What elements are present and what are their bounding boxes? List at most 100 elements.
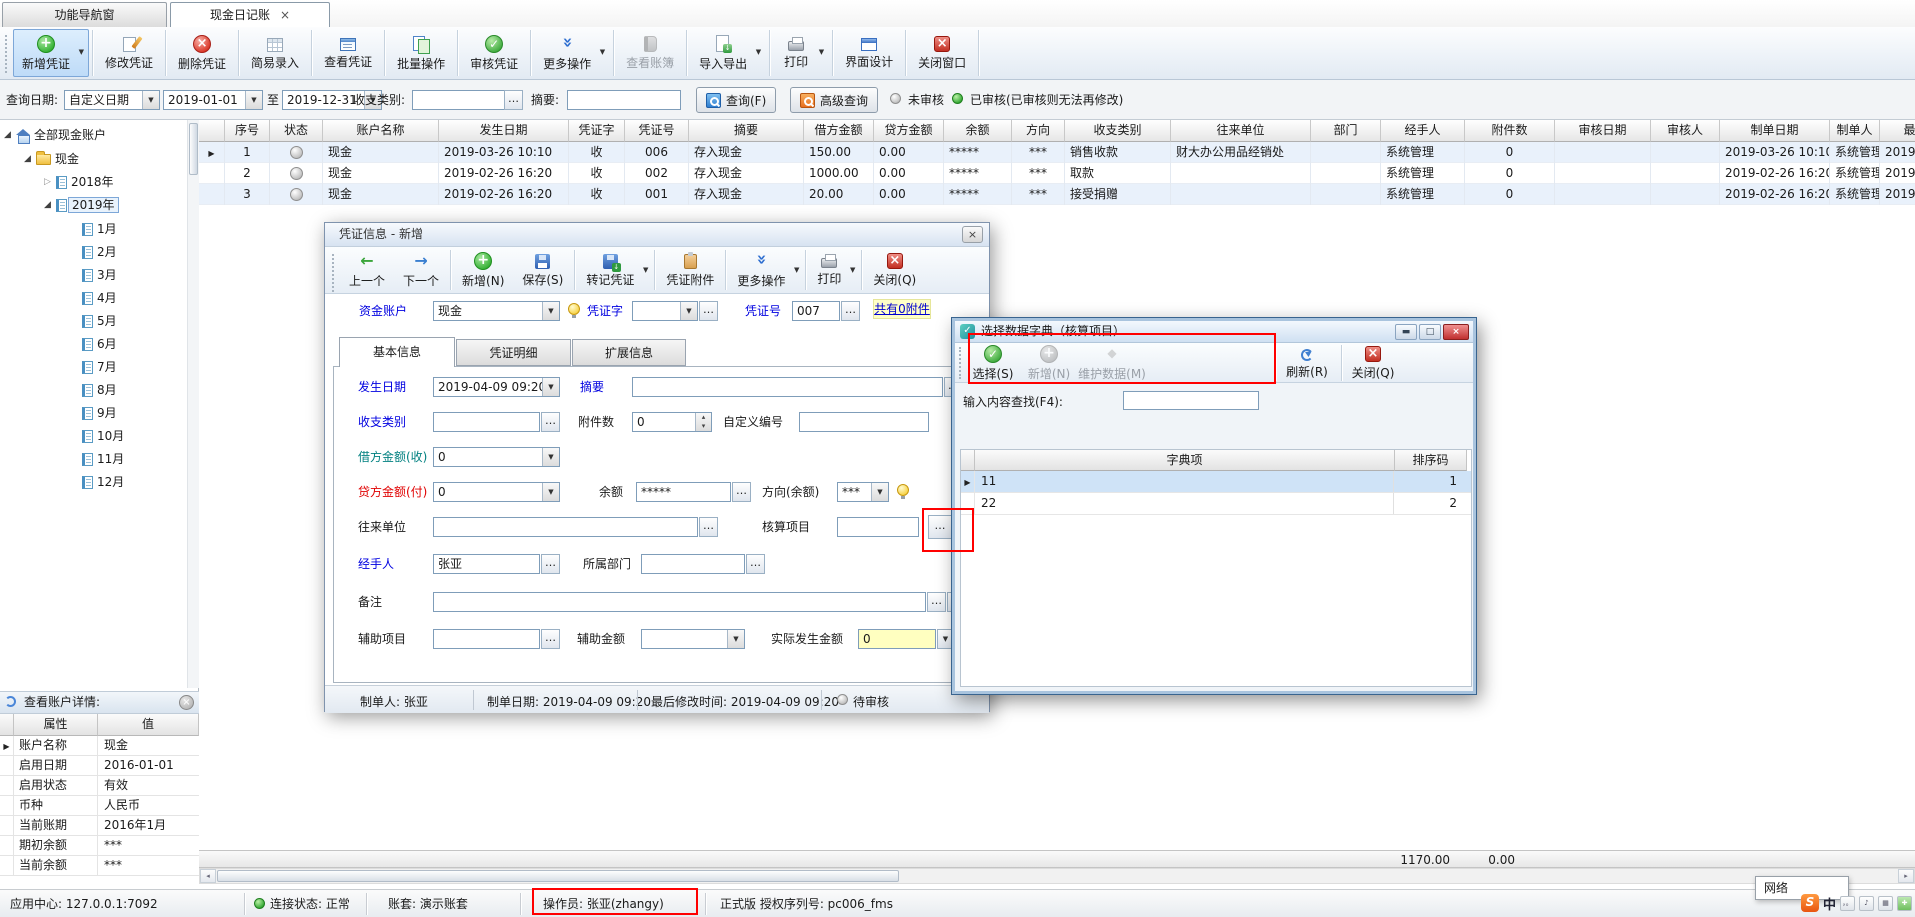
dropdown-arrow-icon[interactable]: ▼ (79, 48, 84, 56)
debit-amount-input[interactable]: 0 (433, 447, 560, 467)
voucher-toolbar-prev[interactable]: 上一个 (340, 249, 394, 291)
grid-column-header[interactable]: 凭证号 (625, 120, 689, 142)
voucher-no-picker-button[interactable] (841, 301, 860, 321)
aux-item-picker-button[interactable] (541, 629, 560, 649)
custom-no-input[interactable] (799, 412, 929, 432)
direction-select[interactable]: *** (837, 482, 889, 502)
table-row[interactable]: 2现金2019-02-26 16:20收002存入现金1000.000.00**… (199, 163, 1915, 184)
minimize-icon[interactable]: ▬ (1395, 324, 1417, 340)
summary-input[interactable] (567, 90, 681, 110)
remark-picker-button[interactable] (927, 592, 946, 612)
property-row[interactable]: 币种人民币 (0, 796, 199, 816)
ime-toolbox-icon[interactable]: ✚ (1897, 896, 1912, 911)
department-picker-button[interactable] (746, 554, 765, 574)
sogou-icon[interactable]: S (1801, 894, 1819, 912)
dropdown-arrow-icon[interactable]: ▼ (600, 48, 605, 56)
tab-voucher-detail[interactable]: 凭证明细 (456, 339, 571, 366)
grid-column-header[interactable]: 摘要 (689, 120, 804, 142)
dict-row[interactable]: ▶111 (961, 471, 1471, 493)
remark-input[interactable] (433, 592, 926, 612)
handler-picker-button[interactable] (541, 554, 560, 574)
scrollbar-thumb[interactable] (217, 870, 899, 882)
maximize-icon[interactable]: □ (1419, 324, 1441, 340)
ime-keyboard-icon[interactable]: ▦ (1878, 896, 1893, 911)
grid-column-header[interactable]: 账户名称 (323, 120, 439, 142)
date-from-input[interactable]: 2019-01-01 (163, 90, 263, 110)
horizontal-scrollbar[interactable]: ◂ ▸ (199, 868, 1915, 884)
category-input[interactable] (412, 90, 505, 110)
grid-column-header[interactable]: 序号 (225, 120, 270, 142)
dropdown-arrow-icon[interactable]: ▼ (643, 266, 648, 274)
tree-item-month[interactable]: 11月 (82, 450, 124, 470)
toolbar-button-view-voucher[interactable]: 查看凭证 (315, 29, 381, 77)
toolbar-button-batch-ops[interactable]: 批量操作 (388, 29, 454, 77)
occur-date-input[interactable]: 2019-04-09 09:20 (433, 377, 560, 397)
table-row[interactable]: 3现金2019-02-26 16:20收001存入现金20.000.00****… (199, 184, 1915, 205)
tree-item-month[interactable]: 8月 (82, 381, 117, 401)
toolbar-button-print[interactable]: 打印▼ (773, 29, 829, 77)
toolbar-button-simple-entry[interactable]: 简易录入 (242, 29, 308, 77)
grid-column-header[interactable]: 借方金额 (804, 120, 874, 142)
voucher-toolbar-close[interactable]: 关闭(Q) (864, 249, 925, 291)
tree-item-month[interactable]: 10月 (82, 427, 124, 447)
tree-item-month[interactable]: 4月 (82, 289, 117, 309)
property-row[interactable]: 启用状态有效 (0, 776, 199, 796)
close-icon[interactable] (179, 695, 194, 710)
scroll-right-icon[interactable]: ▸ (1898, 869, 1914, 883)
dict-search-input[interactable] (1123, 391, 1259, 410)
grid-column-header[interactable]: 附件数 (1465, 120, 1555, 142)
tree-item-month[interactable]: 7月 (82, 358, 117, 378)
tree-item-root[interactable]: ◢全部现金账户 (4, 126, 106, 146)
refresh-icon[interactable] (5, 696, 16, 707)
toolbar-button-import-export[interactable]: 导入导出▼ (690, 29, 766, 77)
voucher-dialog-title-bar[interactable]: 凭证信息 - 新增 (325, 223, 989, 247)
grid-column-header[interactable]: 方向 (1012, 120, 1065, 142)
property-row[interactable]: 当前余额*** (0, 856, 199, 876)
tree-item-month[interactable]: 12月 (82, 473, 124, 493)
fund-account-select[interactable]: 现金 (433, 301, 560, 321)
voucher-no-input[interactable]: 007 (792, 301, 840, 321)
grid-column-header[interactable]: 状态 (270, 120, 323, 142)
voucher-word-select[interactable] (632, 301, 698, 321)
voucher-toolbar-add[interactable]: 新增(N) (453, 249, 513, 291)
tree-item-month[interactable]: 6月 (82, 335, 117, 355)
grid-column-header[interactable]: 凭证字 (569, 120, 625, 142)
collapsed-arrow-icon[interactable]: ▷ (44, 173, 56, 192)
tree-item-month[interactable]: 9月 (82, 404, 117, 424)
tab-close-icon[interactable] (280, 3, 290, 27)
toolbar-button-new-voucher[interactable]: 新增凭证▼ (13, 29, 89, 77)
dropdown-arrow-icon[interactable]: ▼ (794, 266, 799, 274)
advanced-search-button[interactable]: 高级查询 (790, 87, 878, 113)
property-row[interactable]: 启用日期2016-01-01 (0, 756, 199, 776)
handler-input[interactable]: 张亚 (433, 554, 540, 574)
category-picker-button[interactable] (504, 90, 523, 110)
balance-input[interactable]: ***** (636, 482, 731, 502)
grid-column-header[interactable]: 余额 (944, 120, 1012, 142)
tab-function-nav[interactable]: 功能导航窗 (2, 2, 167, 27)
date-mode-select[interactable]: 自定义日期 (64, 90, 160, 110)
grid-column-header[interactable]: 收支类别 (1065, 120, 1171, 142)
toolbar-button-audit-voucher[interactable]: 审核凭证 (461, 29, 527, 77)
expanded-arrow-icon[interactable]: ◢ (44, 196, 56, 215)
grid-column-header[interactable]: 制单人 (1830, 120, 1880, 142)
dict-row[interactable]: 222 (961, 493, 1471, 515)
voucher-toolbar-attachment[interactable]: 凭证附件 (657, 249, 723, 291)
voucher-toolbar-next[interactable]: 下一个 (394, 249, 448, 291)
counterparty-input[interactable] (433, 517, 698, 537)
property-row[interactable]: 期初余额*** (0, 836, 199, 856)
accounting-item-input[interactable] (837, 517, 919, 537)
tree-item-month[interactable]: 1月 (82, 220, 117, 240)
counterparty-picker-button[interactable] (699, 517, 718, 537)
dropdown-arrow-icon[interactable]: ▼ (850, 266, 855, 274)
grid-column-header[interactable]: 制单日期 (1720, 120, 1830, 142)
dropdown-arrow-icon[interactable]: ▼ (819, 48, 824, 56)
scrollbar-thumb[interactable] (189, 123, 198, 175)
toolbar-button-close-window[interactable]: 关闭窗口 (909, 29, 975, 77)
tab-extended-info[interactable]: 扩展信息 (572, 339, 686, 366)
toolbar-button-edit-voucher[interactable]: 修改凭证 (96, 29, 162, 77)
attachments-link[interactable]: 共有0附件 (873, 299, 931, 319)
grid-column-header[interactable]: 贷方金额 (874, 120, 944, 142)
ime-punct-icon[interactable]: ，。 (1840, 896, 1855, 911)
ime-lang-toggle[interactable]: 中 (1823, 894, 1836, 913)
toolbar-button-ui-design[interactable]: 界面设计 (836, 29, 902, 77)
